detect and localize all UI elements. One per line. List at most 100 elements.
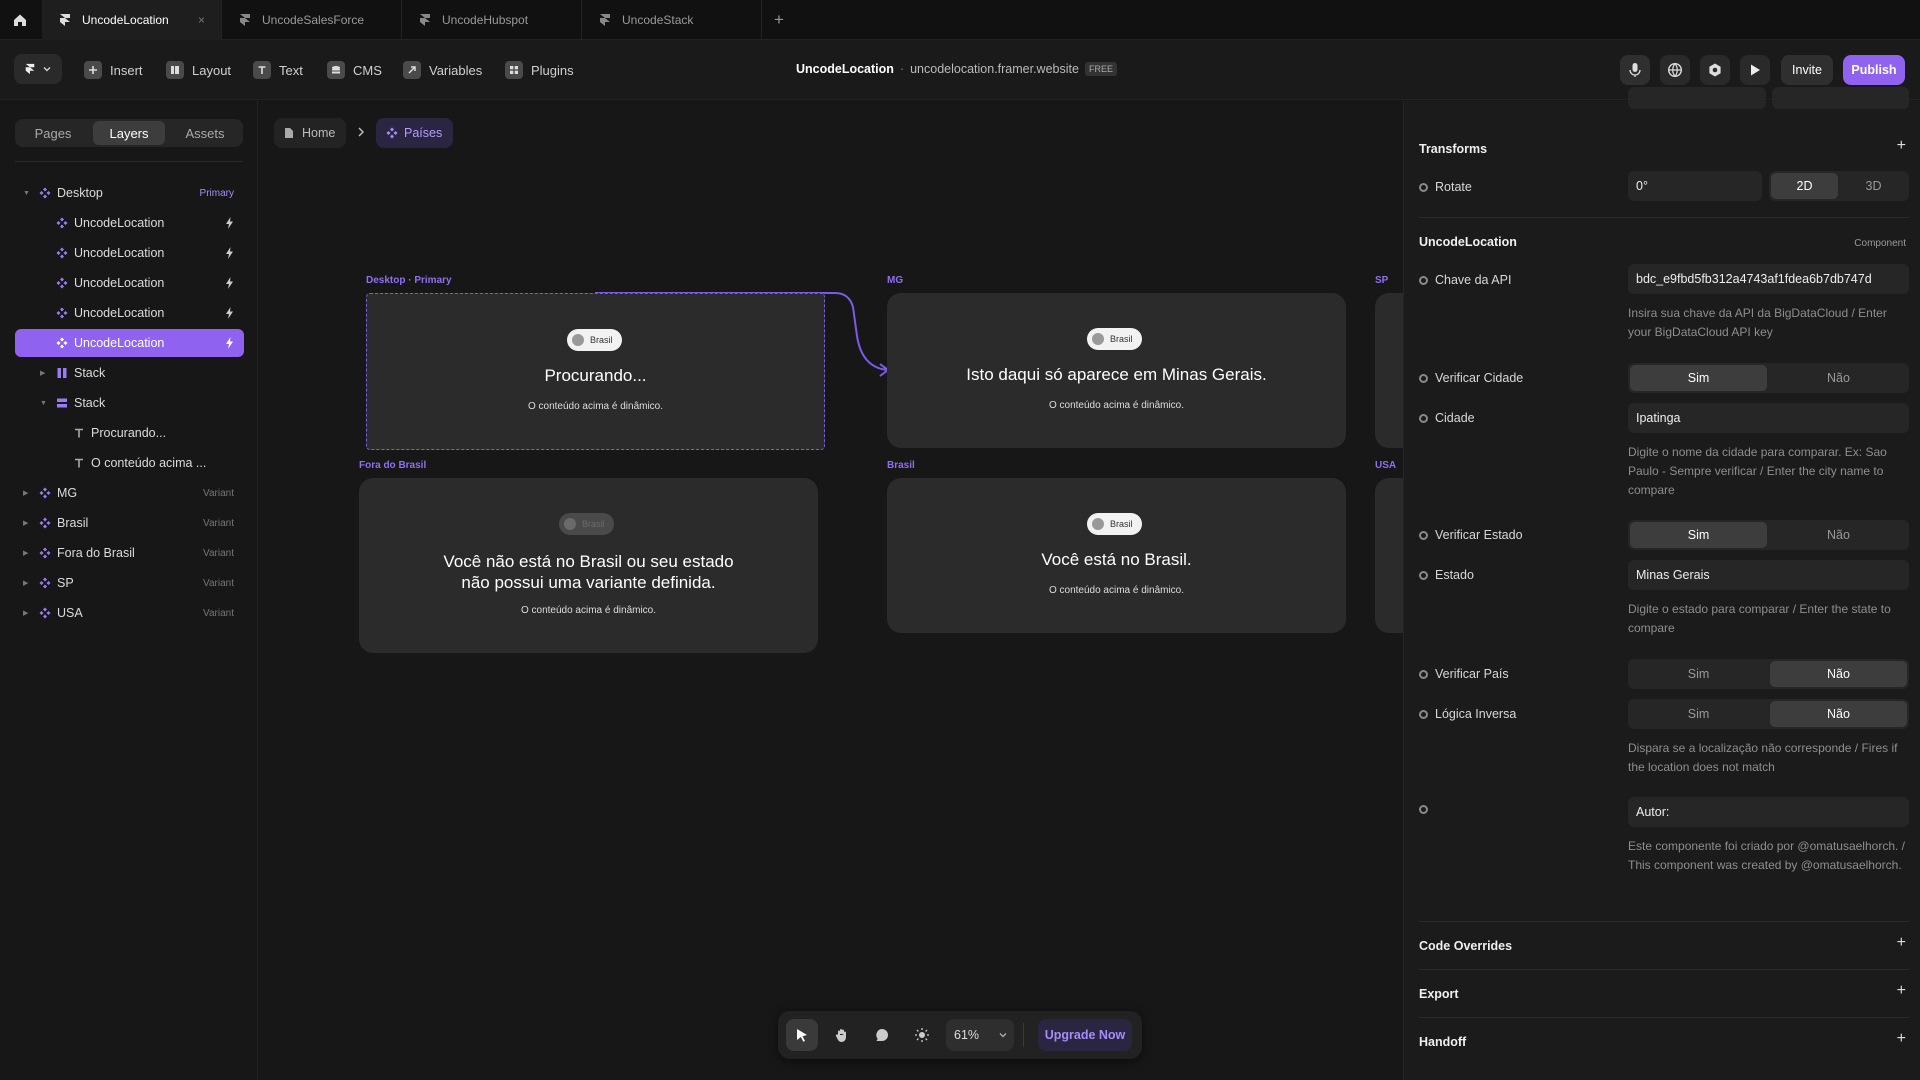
property-dot-icon[interactable] — [1419, 805, 1428, 814]
hand-tool[interactable] — [826, 1019, 858, 1051]
layer-desktop[interactable]: ▼ Desktop Primary — [15, 179, 244, 207]
frame-label-mg[interactable]: MG — [887, 275, 903, 286]
caret-right-icon[interactable]: ▶ — [40, 369, 45, 377]
zoom-select[interactable]: 61% — [946, 1019, 1014, 1051]
verify-state-yes[interactable]: Sim — [1630, 522, 1767, 548]
mode-2d[interactable]: 2D — [1771, 173, 1838, 199]
variables-button[interactable]: Variables — [403, 60, 482, 80]
frame-label-sp[interactable]: SP — [1375, 275, 1388, 286]
city-input[interactable]: Ipatinga — [1628, 403, 1909, 433]
frame-brasil[interactable]: Brasil Você está no Brasil. O conteúdo a… — [887, 478, 1346, 633]
cms-button[interactable]: CMS — [327, 60, 382, 80]
author-input[interactable]: Autor: — [1628, 797, 1909, 827]
verify-country-yes[interactable]: Sim — [1630, 661, 1767, 687]
frame-label-desktop[interactable]: Desktop · Primary — [366, 275, 452, 286]
handoff-title[interactable]: Handoff — [1419, 1035, 1466, 1049]
upgrade-now-button[interactable]: Upgrade Now — [1038, 1019, 1132, 1051]
verify-city-no[interactable]: Não — [1770, 365, 1907, 391]
partial-input-1[interactable] — [1628, 87, 1766, 109]
layer-fora-do-brasil[interactable]: ▶ Fora do Brasil Variant — [15, 539, 244, 567]
globe-button[interactable] — [1660, 55, 1690, 85]
frame-desktop[interactable]: Brasil Procurando... O conteúdo acima é … — [366, 293, 825, 450]
frame-label-brasil[interactable]: Brasil — [887, 460, 915, 471]
comment-tool[interactable] — [866, 1019, 898, 1051]
add-code-override-button[interactable]: + — [1897, 934, 1906, 952]
tab-uncodehubspot[interactable]: UncodeHubspot — [402, 0, 582, 40]
new-tab-button[interactable]: + — [774, 10, 784, 30]
caret-right-icon[interactable]: ▶ — [23, 609, 28, 617]
tab-uncodelocation[interactable]: UncodeLocation × — [42, 0, 222, 40]
canvas[interactable]: Home Países Desktop · Primary MG SP Fora… — [259, 101, 1403, 1080]
property-dot-icon[interactable] — [1419, 413, 1428, 423]
frame-usa[interactable] — [1375, 478, 1403, 633]
tab-layers[interactable]: Layers — [93, 121, 165, 145]
framer-menu-button[interactable] — [14, 54, 62, 84]
partial-input-2[interactable] — [1772, 87, 1909, 109]
caret-down-icon[interactable]: ▼ — [23, 190, 30, 197]
tab-uncodesalesforce[interactable]: UncodeSalesForce — [222, 0, 402, 40]
layer-mg[interactable]: ▶ MG Variant — [15, 479, 244, 507]
tab-pages[interactable]: Pages — [17, 121, 89, 145]
frame-fora-do-brasil[interactable]: Brasil Você não está no Brasil ou seu es… — [359, 478, 818, 653]
property-dot-icon[interactable] — [1419, 373, 1428, 383]
caret-right-icon[interactable]: ▶ — [23, 549, 28, 557]
add-handoff-button[interactable]: + — [1897, 1030, 1906, 1048]
caret-down-icon[interactable]: ▼ — [40, 400, 47, 407]
add-export-button[interactable]: + — [1897, 982, 1906, 1000]
plugins-button[interactable]: Plugins — [505, 60, 574, 80]
text-button[interactable]: Text — [253, 60, 303, 80]
caret-right-icon[interactable]: ▶ — [23, 489, 28, 497]
home-icon[interactable] — [12, 12, 28, 28]
state-input[interactable]: Minas Gerais — [1628, 560, 1909, 590]
layer-stack-2[interactable]: ▼ Stack — [15, 389, 244, 417]
property-dot-icon[interactable] — [1419, 530, 1428, 540]
layer-procurando[interactable]: Procurando... — [15, 419, 244, 447]
caret-right-icon[interactable]: ▶ — [23, 579, 28, 587]
frame-mg[interactable]: Brasil Isto daqui só aparece em Minas Ge… — [887, 293, 1346, 448]
property-dot-icon[interactable] — [1419, 182, 1428, 192]
layer-uncodelocation-5[interactable]: UncodeLocation — [15, 329, 244, 357]
add-transform-button[interactable]: + — [1897, 137, 1906, 155]
theme-toggle[interactable] — [906, 1019, 938, 1051]
select-tool[interactable] — [786, 1019, 818, 1051]
layer-uncodelocation-4[interactable]: UncodeLocation — [15, 299, 244, 327]
frame-label-usa[interactable]: USA — [1375, 460, 1396, 471]
property-dot-icon[interactable] — [1419, 570, 1428, 580]
layer-uncodelocation-1[interactable]: UncodeLocation — [15, 209, 244, 237]
inverse-logic-yes[interactable]: Sim — [1630, 701, 1767, 727]
property-dot-icon[interactable] — [1419, 669, 1428, 679]
publish-button[interactable]: Publish — [1843, 55, 1905, 85]
microphone-button[interactable] — [1620, 55, 1650, 85]
layer-brasil[interactable]: ▶ Brasil Variant — [15, 509, 244, 537]
api-key-input[interactable]: bdc_e9fbd5fb312a4743af1fdea6b7db747d — [1628, 264, 1909, 294]
close-tab-icon[interactable]: × — [198, 13, 205, 27]
verify-state-no[interactable]: Não — [1770, 522, 1907, 548]
frame-label-fora[interactable]: Fora do Brasil — [359, 460, 426, 471]
layer-sp[interactable]: ▶ SP Variant — [15, 569, 244, 597]
layer-usa[interactable]: ▶ USA Variant — [15, 599, 244, 627]
tab-uncodestack[interactable]: UncodeStack — [582, 0, 762, 40]
layer-conteudo[interactable]: O conteúdo acima ... — [15, 449, 244, 477]
export-title[interactable]: Export — [1419, 987, 1459, 1001]
rotate-input[interactable]: 0° — [1628, 171, 1762, 201]
insert-button[interactable]: Insert — [84, 60, 143, 80]
mode-3d[interactable]: 3D — [1840, 173, 1907, 199]
layer-uncodelocation-2[interactable]: UncodeLocation — [15, 239, 244, 267]
caret-right-icon[interactable]: ▶ — [23, 519, 28, 527]
pill-label: Brasil — [1110, 334, 1133, 344]
layout-button[interactable]: Layout — [166, 60, 231, 80]
frame-sp[interactable] — [1375, 293, 1403, 448]
layer-stack-1[interactable]: ▶ Stack — [15, 359, 244, 387]
inverse-logic-no[interactable]: Não — [1770, 701, 1907, 727]
verify-country-no[interactable]: Não — [1770, 661, 1907, 687]
property-dot-icon[interactable] — [1419, 275, 1428, 285]
invite-button[interactable]: Invite — [1781, 55, 1833, 85]
preview-button[interactable] — [1740, 55, 1770, 85]
tab-assets[interactable]: Assets — [169, 121, 241, 145]
property-dot-icon[interactable] — [1419, 709, 1428, 719]
verify-city-yes[interactable]: Sim — [1630, 365, 1767, 391]
settings-button[interactable] — [1700, 55, 1730, 85]
layer-uncodelocation-3[interactable]: UncodeLocation — [15, 269, 244, 297]
code-overrides-title[interactable]: Code Overrides — [1419, 939, 1512, 953]
project-title[interactable]: UncodeLocation · uncodelocation.framer.w… — [796, 62, 1117, 76]
